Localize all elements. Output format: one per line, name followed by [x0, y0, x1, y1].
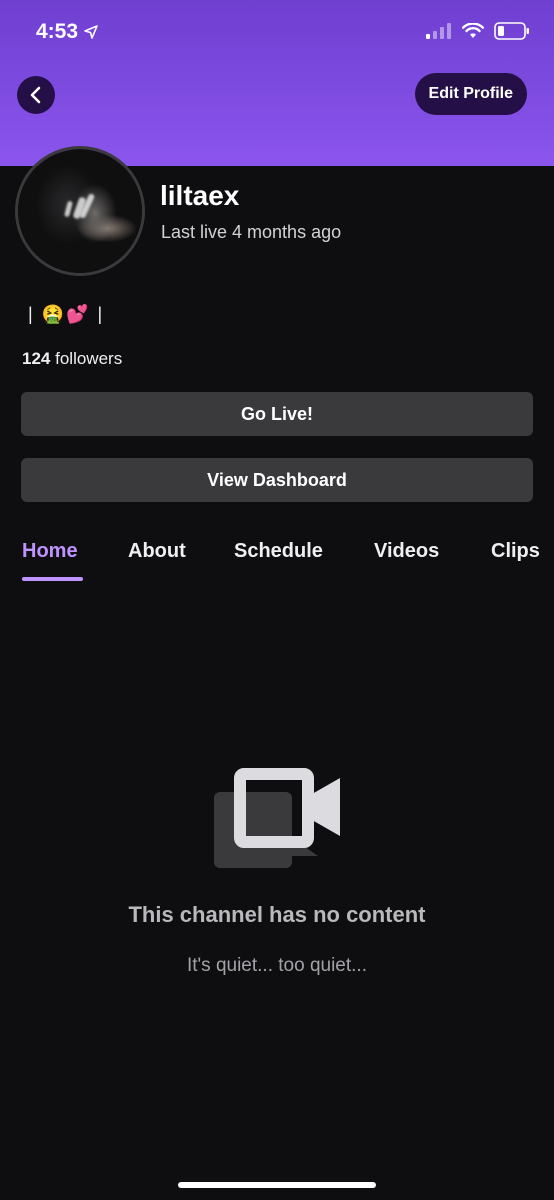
location-arrow-icon [84, 25, 98, 39]
status-bar-indicators [426, 22, 530, 40]
tab-videos[interactable]: Videos [374, 540, 439, 563]
followers-number: 124 [22, 349, 51, 368]
home-indicator[interactable] [178, 1182, 376, 1188]
tab-about[interactable]: About [128, 540, 186, 563]
empty-state-title: This channel has no content [128, 902, 426, 927]
wifi-icon [462, 23, 484, 38]
view-dashboard-button[interactable]: View Dashboard [21, 458, 533, 502]
followers-label: followers [55, 349, 123, 368]
back-button[interactable] [17, 76, 55, 114]
followers-count[interactable]: 124 followers [22, 349, 122, 369]
avatar[interactable] [15, 146, 145, 276]
edit-profile-button[interactable]: Edit Profile [414, 73, 527, 115]
empty-state-subtitle: It's quiet... too quiet... [186, 955, 367, 976]
cellular-signal-icon [426, 23, 451, 39]
last-live-status: Last live 4 months ago [161, 222, 342, 242]
active-tab-indicator [22, 577, 83, 581]
profile-header-banner: 4:53 Edit Profile [0, 0, 554, 166]
channel-bio: | 🤮💕 | [28, 304, 105, 324]
channel-username: liltaex [160, 180, 240, 211]
go-live-button[interactable]: Go Live! [21, 392, 533, 436]
tab-clips[interactable]: Clips [491, 540, 540, 563]
channel-tabs: Home About Schedule Videos Clips [0, 540, 554, 584]
tab-home[interactable]: Home [22, 540, 78, 563]
status-bar-time: 4:53 [36, 20, 98, 44]
chevron-left-icon [30, 86, 41, 104]
video-camera-icon [214, 768, 340, 868]
battery-icon [494, 22, 529, 40]
tab-schedule[interactable]: Schedule [234, 540, 323, 563]
